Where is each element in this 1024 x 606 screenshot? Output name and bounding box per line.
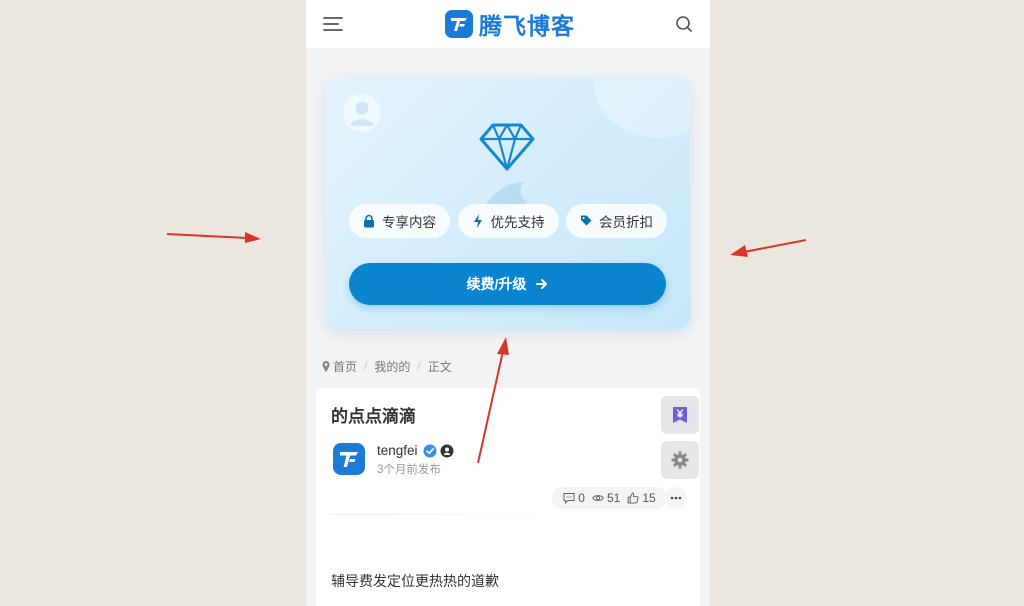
renew-upgrade-button[interactable]: 续费/升级 bbox=[349, 263, 666, 305]
top-nav-bar: 腾飞博客 bbox=[306, 0, 710, 48]
user-avatar-icon[interactable] bbox=[342, 93, 382, 133]
more-options-button[interactable] bbox=[665, 487, 687, 509]
renew-label: 续费/升级 bbox=[466, 276, 527, 292]
verified-badge-icon bbox=[423, 444, 437, 458]
breadcrumb-separator: / bbox=[417, 359, 421, 373]
perk-member-discount: 会员折扣 bbox=[566, 204, 667, 238]
breadcrumb: 首页 / 我的的 / 正文 bbox=[322, 358, 452, 374]
breadcrumb-category[interactable]: 我的的 bbox=[374, 358, 410, 375]
breadcrumb-separator: / bbox=[364, 359, 368, 373]
tag-icon bbox=[581, 215, 592, 226]
perk-label: 优先支持 bbox=[490, 215, 545, 230]
logo-text: 腾飞博客 bbox=[479, 13, 575, 39]
mobile-page: 腾飞博客 专享内容 优先支持 会员折扣 续费/升级 首页 / 我的的 / 正文 … bbox=[306, 0, 710, 606]
perk-label: 专享内容 bbox=[382, 215, 436, 230]
red-arrow-left bbox=[166, 232, 261, 243]
thumbs-up-icon bbox=[628, 492, 639, 504]
eye-icon bbox=[592, 495, 604, 501]
comment-icon bbox=[563, 493, 575, 504]
red-arrow-up bbox=[477, 337, 509, 464]
author-avatar[interactable] bbox=[333, 443, 365, 475]
site-logo[interactable]: 腾飞博客 bbox=[445, 7, 575, 41]
comment-count[interactable]: 0 bbox=[563, 491, 585, 505]
more-dots-icon bbox=[670, 496, 682, 500]
like-count[interactable]: 15 bbox=[627, 491, 656, 505]
breadcrumb-current: 正文 bbox=[427, 359, 452, 374]
author-name[interactable]: tengfei bbox=[377, 443, 418, 458]
arrow-right-icon bbox=[536, 279, 548, 289]
menu-icon[interactable] bbox=[322, 14, 344, 34]
lock-icon bbox=[364, 214, 374, 228]
article-title: 的点点滴滴 bbox=[331, 407, 416, 426]
post-time: 3个月前发布 bbox=[377, 464, 441, 476]
view-count-value: 51 bbox=[606, 491, 621, 505]
view-count: 51 bbox=[592, 491, 620, 505]
divider bbox=[331, 514, 571, 515]
location-pin-icon bbox=[322, 360, 330, 372]
float-shop-button[interactable] bbox=[661, 396, 699, 434]
perk-label: 会员折扣 bbox=[599, 215, 653, 230]
gear-icon bbox=[671, 451, 689, 469]
perk-exclusive-content: 专享内容 bbox=[349, 204, 450, 238]
red-arrow-right bbox=[730, 239, 807, 257]
book-yen-icon bbox=[673, 407, 687, 423]
vip-perks: 专享内容 优先支持 会员折扣 bbox=[349, 204, 667, 238]
user-badge-icon bbox=[440, 444, 454, 458]
search-icon[interactable] bbox=[674, 14, 694, 34]
comment-count-value: 0 bbox=[578, 491, 585, 505]
logo-mark-icon bbox=[445, 10, 473, 38]
diamond-icon bbox=[479, 123, 535, 171]
vip-membership-card: 专享内容 优先支持 会员折扣 续费/升级 bbox=[326, 78, 690, 329]
article-stats: 0 51 15 bbox=[552, 487, 667, 509]
perk-priority-support: 优先支持 bbox=[457, 204, 559, 238]
article-body-text: 辅导费发定位更热热的道歉 bbox=[331, 573, 499, 589]
decor-circle bbox=[594, 78, 690, 138]
float-settings-button[interactable] bbox=[661, 441, 699, 479]
like-count-value: 15 bbox=[642, 491, 656, 505]
breadcrumb-home[interactable]: 首页 bbox=[333, 358, 357, 375]
bolt-icon bbox=[473, 214, 482, 228]
